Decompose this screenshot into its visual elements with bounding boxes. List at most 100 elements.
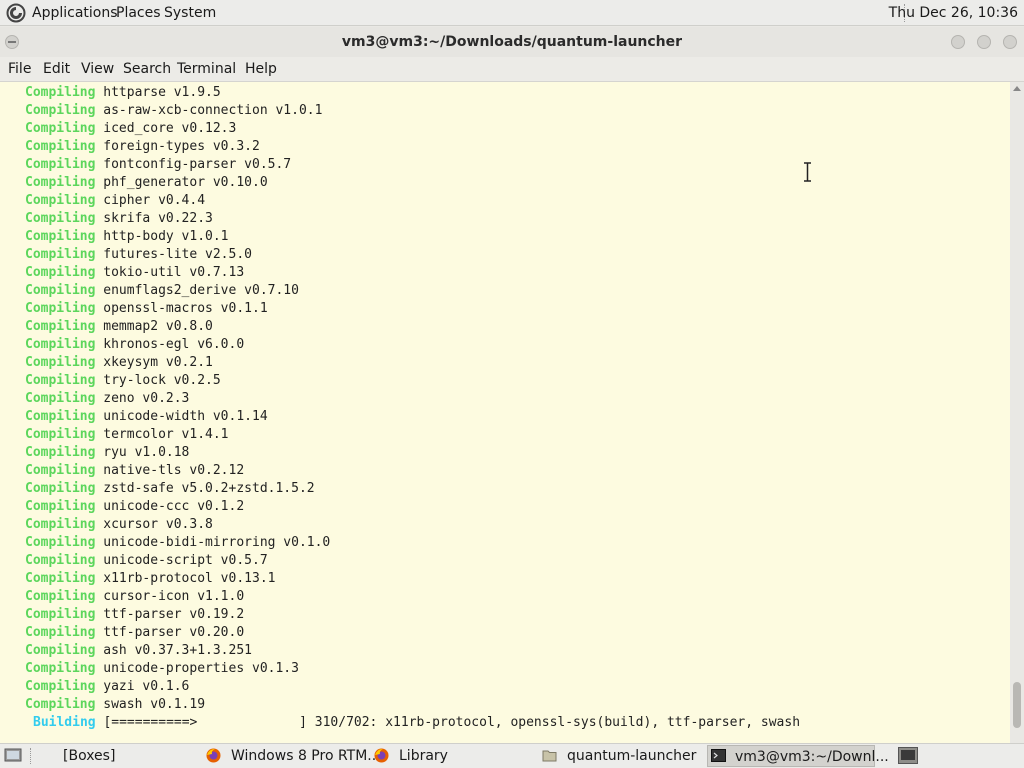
crate-name: xkeysym v0.2.1 xyxy=(95,355,213,370)
task-quantum-launcher-folder[interactable]: quantum-launcher xyxy=(539,745,704,767)
clock[interactable]: Thu Dec 26, 10:36 xyxy=(889,0,1018,26)
terminal-menubar: File Edit View Search Terminal Help xyxy=(0,57,1024,82)
terminal-line: Compiling http-body v1.0.1 xyxy=(25,228,229,246)
system-menu[interactable]: System xyxy=(164,0,216,26)
compiling-keyword: Compiling xyxy=(25,445,96,460)
task-label: quantum-launcher xyxy=(567,748,697,764)
taskbar-separator xyxy=(30,748,34,764)
distro-logo-icon[interactable] xyxy=(6,3,26,23)
crate-name: ryu v1.0.18 xyxy=(95,445,190,460)
terminal-line: Compiling khronos-egl v6.0.0 xyxy=(25,336,244,354)
crate-name: as-raw-xcb-connection v1.0.1 xyxy=(95,103,323,118)
terminal-line: Compiling skrifa v0.22.3 xyxy=(25,210,213,228)
compiling-keyword: Compiling xyxy=(25,679,96,694)
crate-name: cursor-icon v1.1.0 xyxy=(95,589,245,604)
terminal-line: Compiling ttf-parser v0.20.0 xyxy=(25,624,244,642)
terminal-line: Compiling tokio-util v0.7.13 xyxy=(25,264,244,282)
compiling-keyword: Compiling xyxy=(25,337,96,352)
applications-menu[interactable]: Applications xyxy=(32,0,118,26)
terminal-line: Compiling swash v0.1.19 xyxy=(25,696,205,714)
compiling-keyword: Compiling xyxy=(25,175,96,190)
compiling-keyword: Compiling xyxy=(25,481,96,496)
crate-name: x11rb-protocol v0.13.1 xyxy=(95,571,276,586)
crate-name: enumflags2_derive v0.7.10 xyxy=(95,283,299,298)
terminal-line: Compiling ryu v1.0.18 xyxy=(25,444,189,462)
crate-name: termcolor v1.4.1 xyxy=(95,427,229,442)
compiling-keyword: Compiling xyxy=(25,211,96,226)
crate-name: unicode-properties v0.1.3 xyxy=(95,661,299,676)
crate-name: cipher v0.4.4 xyxy=(95,193,206,208)
crate-name: swash v0.1.19 xyxy=(95,697,206,712)
compiling-keyword: Compiling xyxy=(25,517,96,532)
menu-edit[interactable]: Edit xyxy=(43,57,70,82)
compiling-keyword: Compiling xyxy=(25,697,96,712)
terminal-line: Compiling cursor-icon v1.1.0 xyxy=(25,588,244,606)
crate-name: httparse v1.9.5 xyxy=(95,85,221,100)
compiling-keyword: Compiling xyxy=(25,373,96,388)
workspace-switcher-icon[interactable] xyxy=(898,747,918,764)
task-library[interactable]: Library xyxy=(371,745,531,767)
terminal-line: Compiling fontconfig-parser v0.5.7 xyxy=(25,156,291,174)
terminal-line: Compiling ash v0.37.3+1.3.251 xyxy=(25,642,252,660)
text-cursor-icon xyxy=(804,162,811,182)
top-panel: Applications Places System Thu Dec 26, 1… xyxy=(0,0,1024,26)
crate-name: try-lock v0.2.5 xyxy=(95,373,221,388)
task-terminal-active[interactable]: vm3@vm3:~/Downl... xyxy=(707,745,889,767)
terminal-line: Compiling phf_generator v0.10.0 xyxy=(25,174,268,192)
task-boxes[interactable]: [Boxes] xyxy=(60,745,200,767)
crate-name: fontconfig-parser v0.5.7 xyxy=(95,157,292,172)
task-firefox-windows8[interactable]: Windows 8 Pro RTM... xyxy=(203,745,381,767)
terminal-line: Compiling xkeysym v0.2.1 xyxy=(25,354,213,372)
crate-name: khronos-egl v6.0.0 xyxy=(95,337,245,352)
terminal-line: Compiling ttf-parser v0.19.2 xyxy=(25,606,244,624)
terminal-scrollbar[interactable] xyxy=(1010,82,1024,743)
task-label: Windows 8 Pro RTM... xyxy=(231,748,381,764)
scroll-up-arrow-icon[interactable] xyxy=(1013,86,1021,91)
compiling-keyword: Compiling xyxy=(25,265,96,280)
terminal-line: Compiling as-raw-xcb-connection v1.0.1 xyxy=(25,102,322,120)
close-button[interactable] xyxy=(1003,35,1017,49)
show-desktop-icon[interactable] xyxy=(4,748,22,763)
compiling-keyword: Compiling xyxy=(25,499,96,514)
compiling-keyword: Compiling xyxy=(25,643,96,658)
terminal-line: Compiling native-tls v0.2.12 xyxy=(25,462,244,480)
terminal-line: Compiling cipher v0.4.4 xyxy=(25,192,205,210)
terminal-line: Compiling zeno v0.2.3 xyxy=(25,390,189,408)
terminal-line: Compiling xcursor v0.3.8 xyxy=(25,516,213,534)
compiling-keyword: Compiling xyxy=(25,121,96,136)
crate-name: native-tls v0.2.12 xyxy=(95,463,245,478)
maximize-button[interactable] xyxy=(977,35,991,49)
menu-search[interactable]: Search xyxy=(123,57,171,82)
terminal-line: Compiling zstd-safe v5.0.2+zstd.1.5.2 xyxy=(25,480,315,498)
compiling-keyword: Compiling xyxy=(25,229,96,244)
terminal-line: Compiling try-lock v0.2.5 xyxy=(25,372,221,390)
menu-view[interactable]: View xyxy=(81,57,114,82)
crate-name: xcursor v0.3.8 xyxy=(95,517,213,532)
terminal-line: Compiling yazi v0.1.6 xyxy=(25,678,189,696)
crate-name: zeno v0.2.3 xyxy=(95,391,190,406)
compiling-keyword: Compiling xyxy=(25,463,96,478)
build-progress-text: [==========> ] 310/702: x11rb-protocol, … xyxy=(95,715,801,730)
minimize-button[interactable] xyxy=(951,35,965,49)
places-menu[interactable]: Places xyxy=(116,0,161,26)
menu-help[interactable]: Help xyxy=(245,57,277,82)
compiling-keyword: Compiling xyxy=(25,607,96,622)
menu-terminal[interactable]: Terminal xyxy=(177,57,236,82)
compiling-keyword: Compiling xyxy=(25,319,96,334)
window-titlebar[interactable]: vm3@vm3:~/Downloads/quantum-launcher xyxy=(0,27,1024,57)
terminal-output[interactable]: Compiling httparse v1.9.5 Compiling as-ra… xyxy=(0,82,1010,743)
crate-name: skrifa v0.22.3 xyxy=(95,211,213,226)
scrollbar-thumb[interactable] xyxy=(1013,682,1021,728)
crate-name: unicode-width v0.1.14 xyxy=(95,409,268,424)
task-label: Library xyxy=(399,748,448,764)
menu-file[interactable]: File xyxy=(8,57,31,82)
firefox-icon xyxy=(206,748,221,763)
terminal-line: Compiling unicode-properties v0.1.3 xyxy=(25,660,299,678)
terminal-line: Compiling unicode-ccc v0.1.2 xyxy=(25,498,244,516)
terminal-line: Compiling foreign-types v0.3.2 xyxy=(25,138,260,156)
crate-name: unicode-ccc v0.1.2 xyxy=(95,499,245,514)
terminal-line: Compiling unicode-script v0.5.7 xyxy=(25,552,268,570)
terminal-line: Compiling x11rb-protocol v0.13.1 xyxy=(25,570,275,588)
crate-name: yazi v0.1.6 xyxy=(95,679,190,694)
crate-name: ttf-parser v0.19.2 xyxy=(95,607,245,622)
